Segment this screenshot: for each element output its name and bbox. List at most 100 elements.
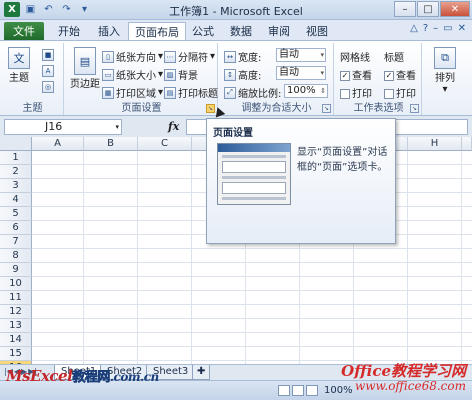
insert-sheet-icon[interactable]: ✚ (192, 365, 211, 380)
tab-insert[interactable]: 插入 (92, 22, 126, 40)
watermark-right-line2: www.office68.com (355, 379, 466, 393)
margins-button[interactable]: ▤ 页边距 (70, 47, 100, 90)
name-box-value: J16 (45, 120, 63, 133)
height-combo[interactable]: 自动 ▾ (276, 66, 326, 80)
column-header[interactable]: C (138, 137, 192, 151)
thumbnail-box (222, 182, 286, 194)
theme-colors-icon[interactable]: ■ (42, 49, 54, 61)
tab-view[interactable]: 视图 (300, 22, 334, 40)
tab-file[interactable]: 文件 (4, 22, 44, 40)
arrange-button[interactable]: ⧉ 排列 ▾ (434, 47, 456, 95)
gridlines-view-checkbox[interactable]: ✓ 查看 (340, 67, 372, 82)
ribbon-tabs: 文件 开始 插入 页面布局 公式 数据 审阅 视图 △ ? – ▭ ✕ (0, 20, 472, 40)
page-break-view-icon[interactable] (306, 385, 318, 396)
breaks-button[interactable]: ⋯ 分隔符 ▾ (164, 49, 215, 64)
row-header[interactable]: 12 (0, 305, 32, 319)
row-header[interactable]: 15 (0, 347, 32, 361)
width-control: ↔ 宽度: (224, 49, 261, 64)
row-header[interactable]: 13 (0, 319, 32, 333)
tooltip-title: 页面设置 (213, 128, 253, 139)
column-header[interactable] (462, 137, 472, 151)
column-header[interactable]: A (32, 137, 84, 151)
background-button[interactable]: ▨ 背景 (164, 67, 198, 82)
ribbon-help-area: △ ? – ▭ ✕ (410, 23, 466, 34)
sheet-options-dialog-launcher-icon[interactable]: ↘ (410, 104, 419, 113)
row-header[interactable]: 14 (0, 333, 32, 347)
name-box[interactable]: J16 ▾ (4, 119, 122, 135)
gridline (137, 151, 138, 364)
minimize-button[interactable]: – (394, 1, 416, 17)
normal-view-icon[interactable] (278, 385, 290, 396)
group-page-setup-label: 页面设置 (121, 103, 162, 114)
background-icon: ▨ (164, 68, 176, 81)
row-header[interactable]: 8 (0, 249, 32, 263)
breaks-icon: ⋯ (164, 50, 176, 63)
row-header[interactable]: 4 (0, 193, 32, 207)
row-header[interactable]: 7 (0, 235, 32, 249)
orientation-button[interactable]: ▯ 纸张方向 ▾ (102, 49, 163, 64)
scale-to-fit-dialog-launcher-icon[interactable]: ↘ (322, 104, 331, 113)
group-scale-to-fit-label: 调整为合适大小 (241, 103, 312, 114)
theme-fonts-icon[interactable]: A (42, 65, 54, 77)
watermark-left-part1: MsExcel (6, 367, 73, 385)
tab-home[interactable]: 开始 (52, 22, 86, 40)
watermark-left-part2: 教程网 (72, 370, 111, 386)
insert-function-icon[interactable]: fx (168, 120, 179, 133)
width-combo[interactable]: 自动 ▾ (276, 48, 326, 62)
group-themes-label: 主题 (22, 103, 43, 114)
help-icon[interactable]: ? (423, 23, 428, 34)
column-header[interactable]: B (84, 137, 138, 151)
paper-size-icon: ▭ (102, 68, 114, 81)
tab-review[interactable]: 审阅 (262, 22, 296, 40)
row-header[interactable]: 2 (0, 165, 32, 179)
maximize-button[interactable]: □ (417, 1, 439, 17)
paper-size-button[interactable]: ▭ 纸张大小 ▾ (102, 67, 163, 82)
column-header[interactable]: H (408, 137, 462, 151)
headings-view-checkbox[interactable]: ✓ 查看 (384, 67, 416, 82)
headings-print-checkbox[interactable]: 打印 (384, 85, 416, 100)
checkmark-icon: ✓ (384, 71, 394, 81)
row-header[interactable]: 6 (0, 221, 32, 235)
width-value: 自动 (279, 49, 299, 60)
group-scale-to-fit: ↔ 宽度: 自动 ▾ ↕ 高度: 自动 ▾ ⤢ 缩放比例: 100% ⇕ 调整为… (220, 43, 334, 115)
themes-button[interactable]: 文 主题 (8, 47, 30, 84)
theme-effects-icon[interactable]: ◎ (42, 81, 54, 93)
watermark-left-part3: .com.cn (109, 370, 159, 384)
row-header[interactable]: 9 (0, 263, 32, 277)
workbook-restore-icon[interactable]: ▭ (443, 23, 452, 34)
tab-data[interactable]: 数据 (224, 22, 258, 40)
print-area-button[interactable]: ▦ 打印区域 ▾ (102, 85, 163, 100)
height-icon: ↕ (224, 68, 236, 81)
tab-formulas[interactable]: 公式 (186, 22, 220, 40)
tab-page-layout[interactable]: 页面布局 (128, 22, 186, 40)
workbook-close-icon[interactable]: ✕ (458, 23, 466, 34)
workbook-minimize-icon[interactable]: – (433, 23, 438, 34)
gridline (83, 151, 84, 364)
scale-spinner[interactable]: 100% ⇕ (284, 84, 328, 98)
thumbnail-line (222, 197, 286, 200)
select-all-corner[interactable] (0, 137, 32, 151)
width-icon: ↔ (224, 50, 236, 63)
tooltip-description: 显示“页面设置”对话框的“页面”选项卡。 (297, 147, 388, 173)
page-layout-view-icon[interactable] (292, 385, 304, 396)
gridline (32, 332, 472, 333)
print-titles-button[interactable]: ▤ 打印标题 (164, 85, 218, 100)
row-header[interactable]: 1 (0, 151, 32, 165)
background-label: 背景 (178, 71, 198, 82)
row-header[interactable]: 3 (0, 179, 32, 193)
page-setup-tooltip: 页面设置 显示“页面设置”对话框的“页面”选项卡。 (206, 118, 396, 244)
minimize-ribbon-icon[interactable]: △ (410, 23, 418, 34)
scale-icon: ⤢ (224, 86, 236, 99)
row-header[interactable]: 5 (0, 207, 32, 221)
row-header[interactable]: 10 (0, 277, 32, 291)
orientation-dropdown-icon: ▾ (158, 51, 164, 62)
paper-size-label: 纸张大小 (116, 71, 156, 82)
gridlines-print-checkbox[interactable]: 打印 (340, 85, 372, 100)
close-button[interactable]: ✕ (440, 1, 470, 17)
print-titles-icon: ▤ (164, 86, 176, 99)
watermark-left: MsExcel教程网.com.cn (6, 366, 159, 385)
row-header[interactable]: 11 (0, 291, 32, 305)
thumbnail-line (222, 176, 286, 179)
title-bar: X ▣ ↶ ↷ ▾ 工作簿1 - Microsoft Excel – □ ✕ (0, 0, 472, 20)
empty-checkbox-icon (340, 89, 350, 99)
